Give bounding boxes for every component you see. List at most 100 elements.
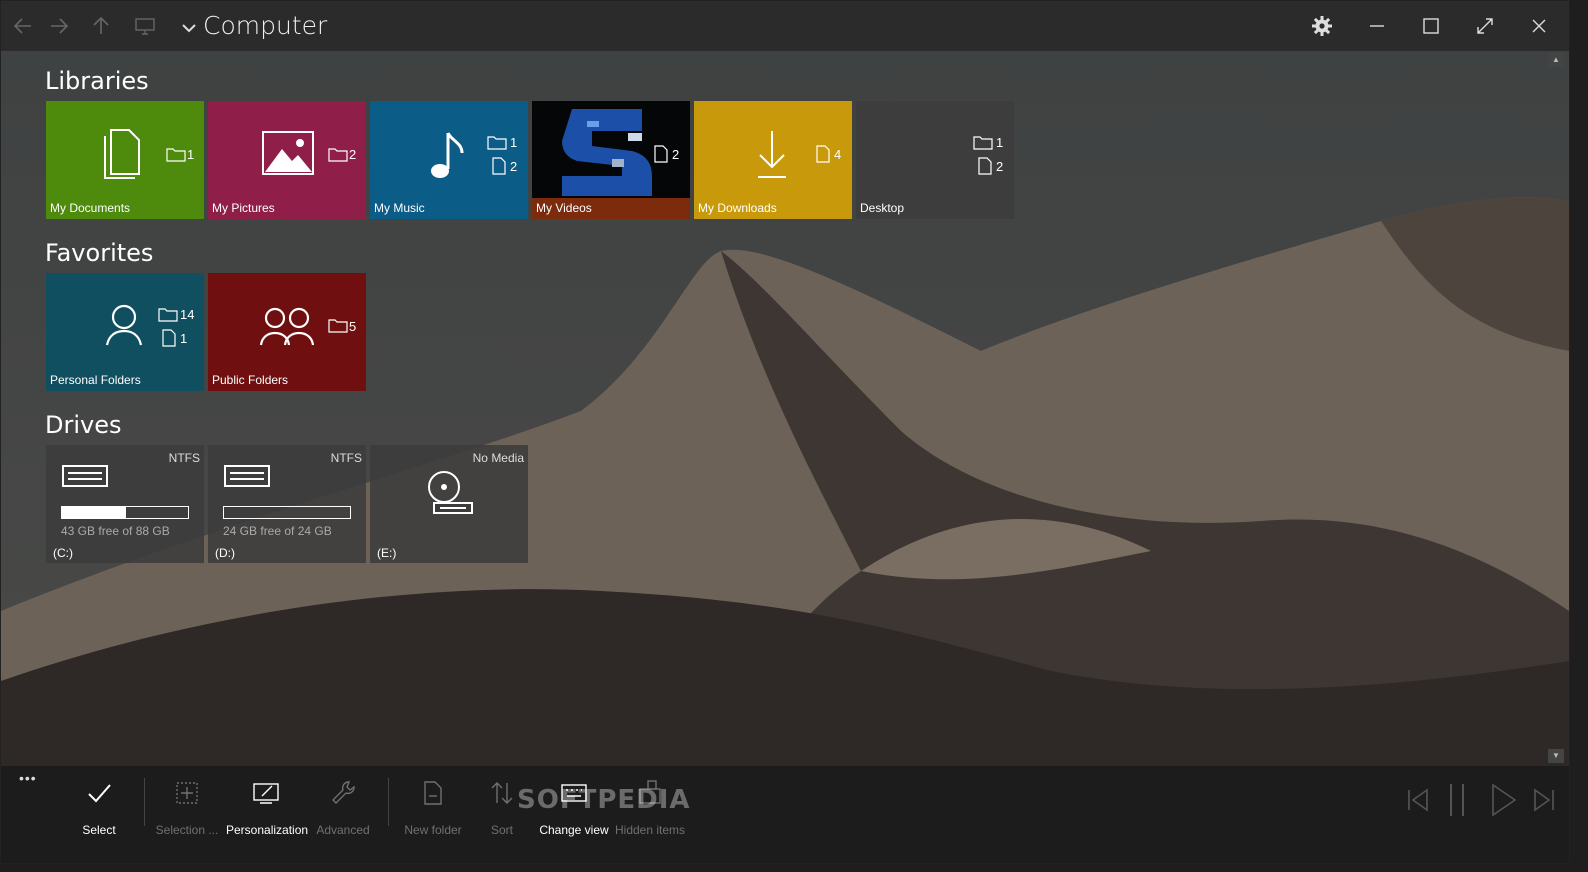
advanced-label: Advanced <box>316 823 370 837</box>
file-icon <box>654 145 668 163</box>
folder-count: 14 <box>180 307 195 322</box>
new-folder-icon <box>424 781 442 805</box>
tile-my-videos[interactable]: 2 My Videos <box>532 101 690 219</box>
section-title-drives: Drives <box>45 411 122 439</box>
folder-icon <box>487 136 507 150</box>
fullscreen-icon[interactable] <box>1473 14 1497 38</box>
tile-public-folders[interactable]: 5 Public Folders <box>208 273 366 391</box>
change-view-label: Change view <box>539 823 609 837</box>
more-options-button[interactable]: ••• <box>19 770 37 786</box>
window-title: Computer <box>203 11 328 40</box>
tile-label: My Pictures <box>212 201 275 215</box>
folder-count: 2 <box>349 147 357 162</box>
tile-label: Public Folders <box>212 373 289 387</box>
drive-usage-fill <box>62 507 127 518</box>
drive-e[interactable]: No Media (E:) <box>370 445 528 563</box>
back-arrow-icon[interactable] <box>11 14 35 38</box>
file-icon <box>978 157 992 175</box>
file-count: 2 <box>672 147 680 162</box>
computer-icon[interactable] <box>133 14 157 38</box>
tile-label: My Videos <box>536 201 592 215</box>
tile-my-music[interactable]: 1 2 My Music <box>370 101 528 219</box>
tile-desktop[interactable]: 1 2 Desktop <box>856 101 1014 219</box>
folder-count: 5 <box>349 319 357 334</box>
tile-label: Personal Folders <box>50 373 141 387</box>
picture-icon <box>262 131 314 175</box>
tile-my-downloads[interactable]: 4 My Downloads <box>694 101 852 219</box>
folder-icon <box>328 148 348 162</box>
folder-icon <box>166 148 186 162</box>
explorer-window: Computer ▲ ▼ Libraries 1 My Documents 2 … <box>0 0 1570 864</box>
file-count: 4 <box>834 147 842 162</box>
skip-back-icon[interactable] <box>1405 786 1431 814</box>
chevron-down-icon[interactable] <box>177 16 201 40</box>
maximize-icon[interactable] <box>1419 14 1443 38</box>
music-note-icon <box>431 132 464 178</box>
tile-label: My Documents <box>50 201 131 215</box>
personalization-label: Personalization <box>226 823 309 837</box>
file-count: 2 <box>510 159 518 174</box>
documents-icon <box>104 129 140 179</box>
drive-free-space: 43 GB free of 88 GB <box>61 524 170 538</box>
softpedia-watermark: SOFTPEDIA <box>517 785 691 815</box>
tile-label: My Music <box>374 201 425 215</box>
file-icon <box>816 145 830 163</box>
file-icon <box>162 329 176 347</box>
sort-icon <box>491 782 513 804</box>
play-icon[interactable] <box>1489 782 1519 818</box>
tile-label: Desktop <box>860 201 905 215</box>
title-bar: Computer <box>1 1 1569 51</box>
drive-d[interactable]: NTFS 24 GB free of 24 GB (D:) <box>208 445 366 563</box>
download-arrow-icon <box>758 131 786 178</box>
pause-icon[interactable] <box>1446 782 1468 818</box>
select-label: Select <box>82 823 116 837</box>
hard-drive-icon <box>224 465 270 487</box>
up-arrow-icon[interactable] <box>89 14 113 38</box>
file-icon <box>492 157 506 175</box>
drive-usage-bar <box>61 506 189 519</box>
drive-c[interactable]: NTFS 43 GB free of 88 GB (C:) <box>46 445 204 563</box>
tile-personal-folders[interactable]: 14 1 Personal Folders <box>46 273 204 391</box>
section-title-libraries: Libraries <box>45 67 149 95</box>
tile-label: My Downloads <box>698 201 777 215</box>
folder-count: 1 <box>510 135 518 150</box>
section-title-favorites: Favorites <box>45 239 154 267</box>
personalization-icon <box>253 783 279 804</box>
new-folder-label: New folder <box>404 823 462 837</box>
tile-my-pictures[interactable]: 2 My Pictures <box>208 101 366 219</box>
scroll-up-arrow[interactable]: ▲ <box>1548 53 1564 67</box>
folder-count: 1 <box>996 135 1004 150</box>
folder-icon <box>158 308 178 322</box>
checkmark-icon <box>88 784 111 803</box>
filesystem-label: NTFS <box>330 451 362 465</box>
toolbar-separator <box>144 778 145 826</box>
skip-forward-icon[interactable] <box>1531 786 1557 814</box>
drive-usage-bar <box>223 506 351 519</box>
scroll-down-arrow[interactable]: ▼ <box>1548 749 1564 763</box>
hidden-items-label: Hidden items <box>614 823 686 837</box>
people-icon <box>259 307 315 346</box>
hard-drive-icon <box>62 465 108 487</box>
file-count: 2 <box>996 159 1004 174</box>
optical-drive-icon <box>428 471 473 514</box>
wrench-icon <box>332 781 355 804</box>
forward-arrow-icon[interactable] <box>47 14 71 38</box>
filesystem-label: No Media <box>472 451 524 465</box>
file-count: 1 <box>180 331 188 346</box>
app-bar: ••• Select Selection ... Personalization… <box>1 766 1569 863</box>
close-icon[interactable] <box>1527 14 1551 38</box>
person-icon <box>105 304 143 346</box>
folder-icon <box>973 136 993 150</box>
gear-icon[interactable] <box>1310 14 1334 38</box>
toolbar-separator <box>388 778 389 826</box>
selection-grid-icon <box>176 782 198 804</box>
drive-name: (E:) <box>377 546 397 560</box>
sort-label: Sort <box>490 823 513 837</box>
filesystem-label: NTFS <box>168 451 200 465</box>
folder-icon <box>328 319 348 333</box>
tile-my-documents[interactable]: 1 My Documents <box>46 101 204 219</box>
drive-name: (C:) <box>53 546 73 560</box>
folder-count: 1 <box>187 147 195 162</box>
drive-free-space: 24 GB free of 24 GB <box>223 524 332 538</box>
minimize-icon[interactable] <box>1365 14 1389 38</box>
